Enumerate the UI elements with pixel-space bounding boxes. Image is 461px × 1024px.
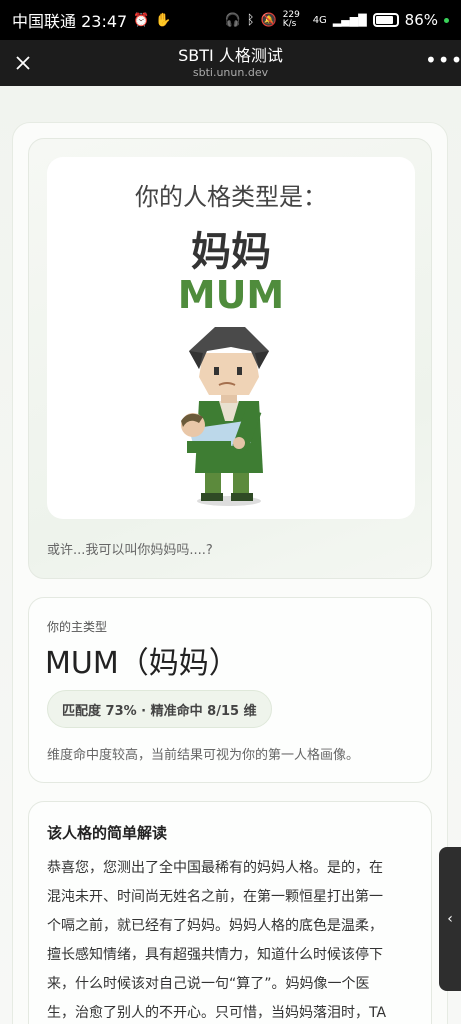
more-icon: •••: [425, 48, 461, 72]
main-type-note: 维度命中度较高，当前结果可视为你的第一人格画像。: [47, 748, 360, 763]
interpretation-line: 混沌未开、时间尚无姓名之前，在第一颗恒星打出第一: [47, 889, 383, 905]
result-caption: 或许...我可以叫你妈妈吗....?: [47, 543, 213, 558]
result-code: MUM: [177, 273, 285, 317]
network-speed: 229 K/s: [282, 10, 300, 29]
result-heading: 你的人格类型是：: [135, 183, 327, 211]
battery-icon: [372, 13, 399, 27]
result-name: 妈妈: [191, 229, 271, 275]
main-type-label: 你的主类型: [47, 620, 108, 634]
privacy-dot: [444, 17, 449, 23]
headphones-icon: 🎧: [224, 12, 241, 28]
mum-character-illustration: [181, 327, 269, 506]
side-drawer-tab[interactable]: ‹: [439, 847, 461, 991]
signal-icon: ▂▄▆█: [332, 13, 367, 27]
chevron-left-icon: ‹: [447, 911, 453, 927]
interpretation-card: 该人格的简单解读 恭喜您，您测出了全中国最稀有的妈妈人格。是的，在 混沌未开、时…: [28, 801, 432, 1024]
interpretation-text: 恭喜您，您测出了全中国最稀有的妈妈人格。是的，在 混沌未开、时间尚无姓名之前，在…: [47, 854, 411, 1024]
bluetooth-icon: ᛒ: [246, 12, 255, 28]
alarm-icon: ⏰: [133, 12, 150, 28]
close-icon: [16, 56, 30, 70]
hero-poster: 你的人格类型是： 妈妈 MUM: [47, 157, 415, 519]
interpretation-line: 擅长感知情绪，具有超强共情力，知道什么时候该停下: [47, 947, 383, 963]
battery-level: 86%: [404, 11, 438, 29]
status-bar: 中国联通 23:47 ⏰ ✋ 🎧 ᛒ 🔕 229 K/s 4G ▂▄▆█ 86%: [0, 0, 461, 40]
main-type-value: MUM（妈妈）: [45, 646, 239, 681]
page-title: SBTI 人格测试: [178, 46, 283, 65]
mute-icon: 🔕: [260, 12, 277, 28]
close-button[interactable]: [10, 50, 36, 76]
interpretation-line: 恭喜您，您测出了全中国最稀有的妈妈人格。是的，在: [47, 860, 383, 876]
interpretation-line: 来，什么时候该对自己说一句“算了”。妈妈像一个医: [47, 976, 370, 992]
result-hero-card: 你的人格类型是： 妈妈 MUM 或许...我可以叫你妈妈吗....?: [28, 138, 432, 579]
interpretation-line: 生，治愈了别人的不开心。只可惜，当妈妈落泪时，TA: [47, 1005, 387, 1021]
carrier-time: 中国联通 23:47: [12, 12, 128, 31]
browser-title-bar: SBTI 人格测试 sbti.unun.dev •••: [0, 40, 461, 86]
page-url: sbti.unun.dev: [192, 66, 269, 79]
main-type-card: 你的主类型 MUM（妈妈） 匹配度 73% · 精准命中 8/15 维 维度命中…: [28, 597, 432, 783]
network-type: 4G: [312, 14, 327, 26]
interpretation-title: 该人格的简单解读: [47, 824, 168, 842]
interpretation-line: 个嗝之前，就已经有了妈妈。妈妈人格的底色是温柔，: [47, 918, 383, 934]
match-badge: 匹配度 73% · 精准命中 8/15 维: [47, 690, 272, 728]
more-button[interactable]: •••: [425, 48, 461, 74]
hand-icon: ✋: [155, 12, 172, 28]
